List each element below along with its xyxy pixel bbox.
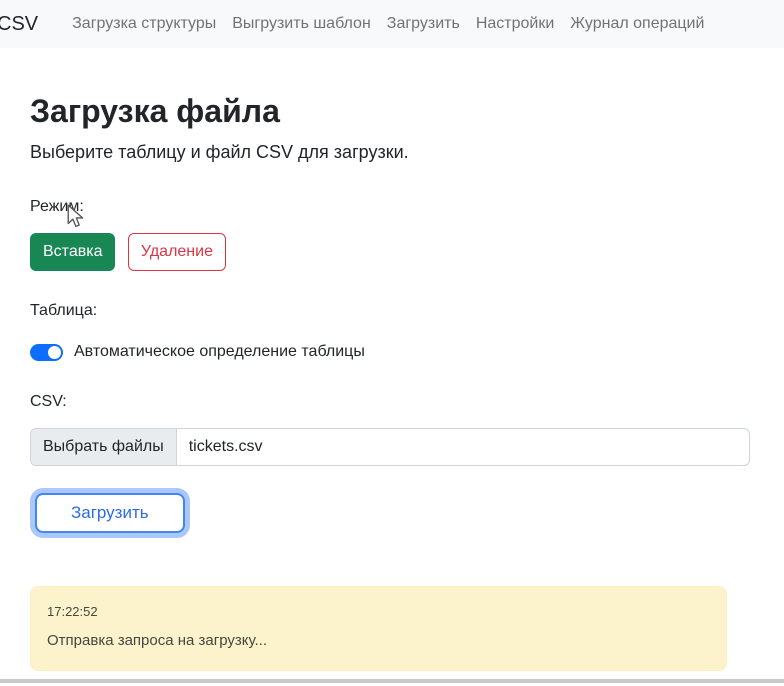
page-title: Загрузка файла	[30, 93, 280, 129]
nav-item-export-template[interactable]: Выгрузить шаблон	[224, 7, 379, 41]
auto-detect-label[interactable]: Автоматическое определение таблицы	[74, 340, 365, 364]
navbar: CSV Загрузка структуры Выгрузить шаблон …	[0, 0, 784, 48]
auto-detect-switch-row: Автоматическое определение таблицы	[30, 340, 750, 364]
nav-links: Загрузка структуры Выгрузить шаблон Загр…	[64, 7, 712, 41]
upload-button[interactable]: Загрузить	[35, 493, 185, 534]
nav-item-settings[interactable]: Настройки	[468, 7, 562, 41]
insert-mode-button[interactable]: Вставка	[30, 233, 116, 272]
log-alert: 17:22:52 Отправка запроса на загрузку...	[30, 586, 727, 671]
table-label: Таблица:	[30, 302, 98, 320]
csv-label: CSV:	[30, 393, 67, 411]
csv-file-input[interactable]: Выбрать файлы tickets.csv	[30, 428, 750, 467]
mode-label: Режим:	[30, 198, 84, 216]
page-subtitle: Выберите таблицу и файл CSV для загрузки…	[30, 142, 409, 163]
brand-csv[interactable]: CSV	[0, 13, 38, 36]
choose-files-button[interactable]: Выбрать файлы	[31, 429, 177, 466]
nav-item-structure-upload[interactable]: Загрузка структуры	[64, 7, 224, 41]
horizontal-scrollbar[interactable]	[0, 679, 784, 686]
delete-mode-button[interactable]: Удаление	[127, 233, 226, 272]
log-message: Отправка запроса на загрузку...	[47, 631, 268, 649]
auto-detect-toggle[interactable]	[30, 343, 63, 361]
horizontal-scrollbar-thumb[interactable]	[0, 679, 784, 683]
main-content: Загрузка файла Выберите таблицу и файл C…	[0, 48, 784, 671]
selected-file-name: tickets.csv	[188, 438, 263, 456]
mode-button-group: Вставка Удаление	[30, 233, 750, 272]
upload-button-wrap: Загрузить	[35, 493, 750, 539]
log-timestamp: 17:22:52	[47, 604, 98, 620]
nav-item-operations-log[interactable]: Журнал операций	[562, 7, 712, 41]
nav-item-upload[interactable]: Загрузить	[379, 7, 468, 41]
